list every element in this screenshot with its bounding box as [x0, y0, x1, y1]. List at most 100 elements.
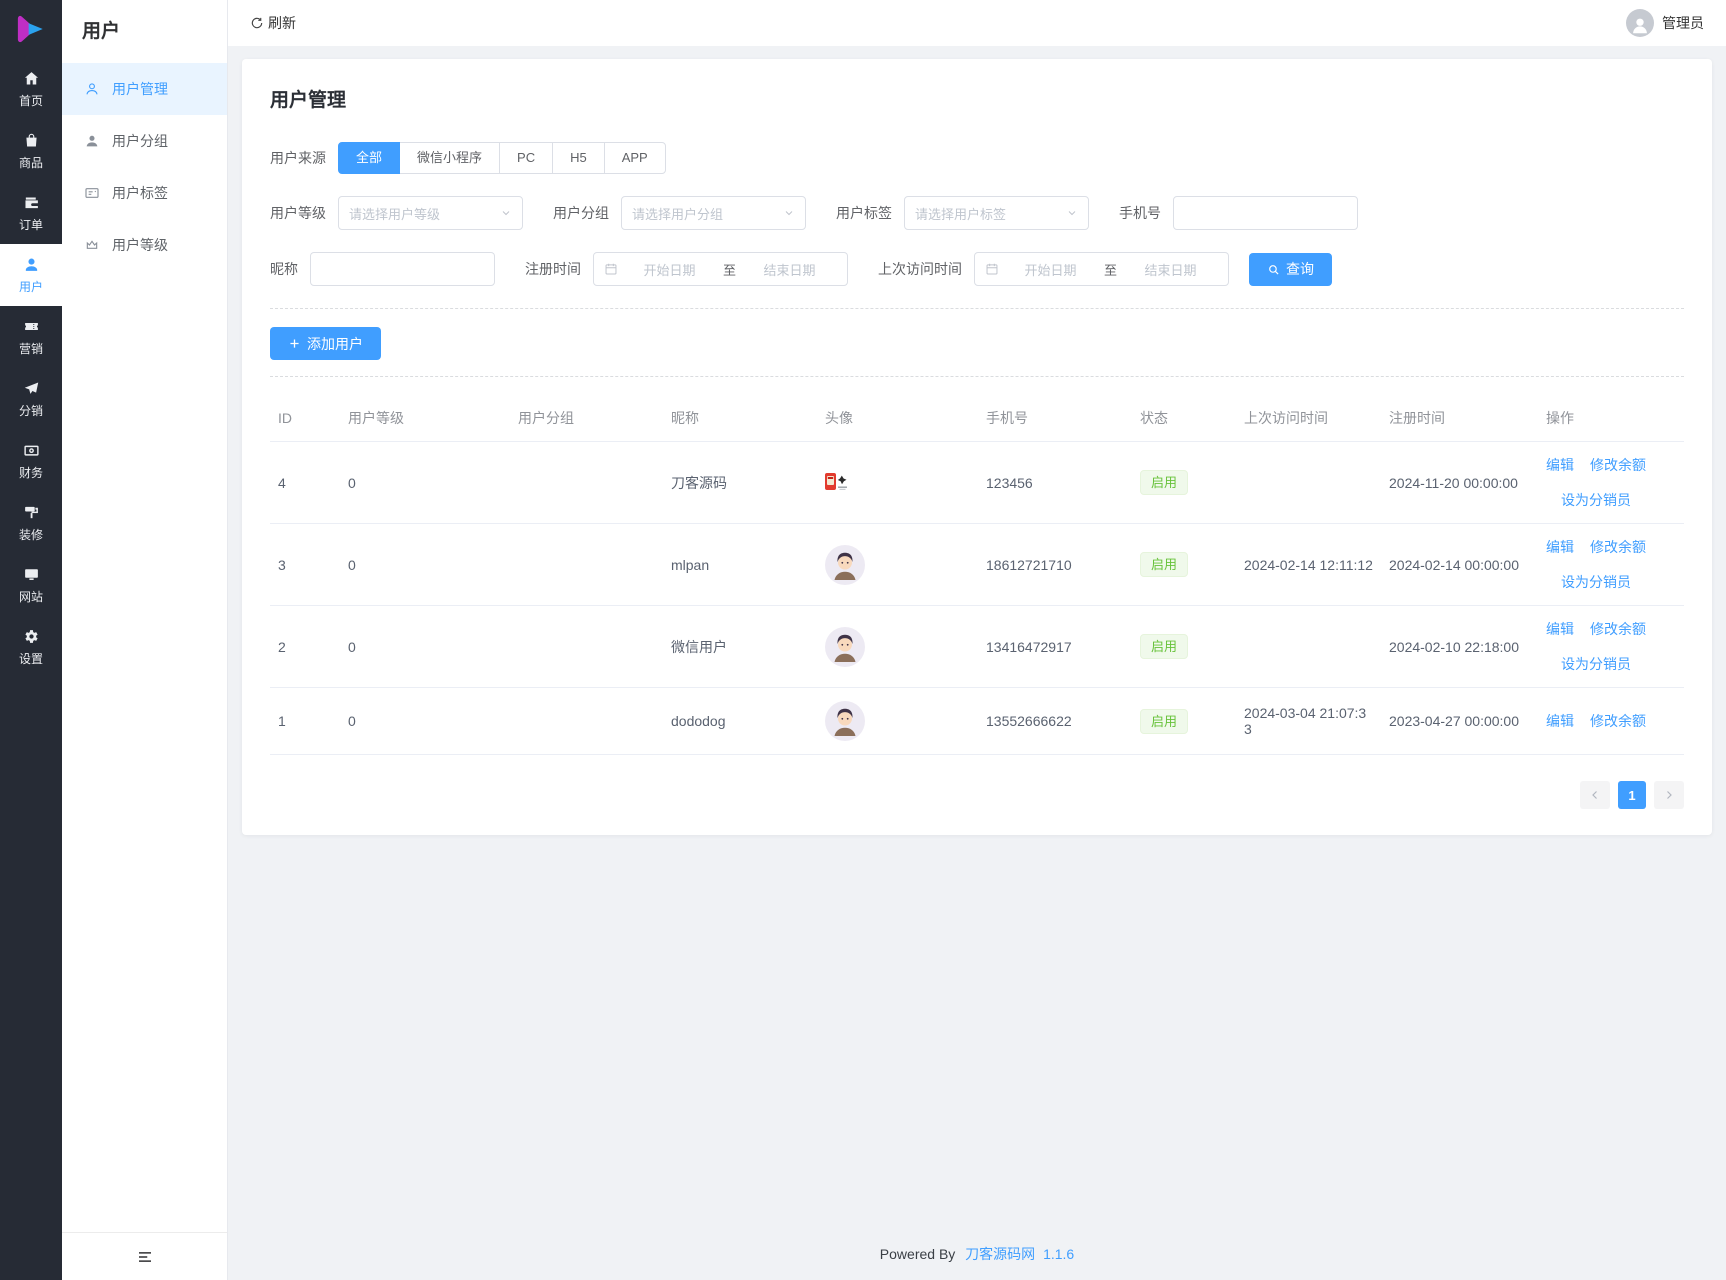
home-icon — [23, 70, 40, 87]
add-user-button[interactable]: 添加用户 — [270, 327, 381, 360]
action-link[interactable]: 修改余额 — [1590, 537, 1646, 557]
cell-user-group — [510, 687, 663, 755]
end-date-placeholder: 结束日期 — [1144, 262, 1197, 278]
cell-last-visit — [1236, 441, 1381, 524]
status-badge: 启用 — [1140, 552, 1189, 577]
operation-links-line1: 编辑 修改余额 — [1546, 711, 1646, 731]
action-link[interactable]: 修改余额 — [1590, 619, 1646, 639]
search-button[interactable]: 查询 — [1249, 252, 1332, 286]
phone-label: 手机号 — [1119, 205, 1161, 221]
primary-nav-decorate[interactable]: 装修 — [0, 492, 62, 554]
collapse-menu-icon[interactable] — [136, 1248, 154, 1266]
source-option[interactable]: H5 — [552, 142, 605, 174]
cell-avatar — [817, 687, 978, 755]
column-header: ID — [270, 395, 340, 442]
source-option[interactable]: APP — [603, 142, 666, 174]
primary-nav-settings[interactable]: 设置 — [0, 616, 62, 678]
action-link[interactable]: 编辑 — [1546, 537, 1574, 557]
level-label: 用户等级 — [270, 205, 326, 221]
cell-user-level: 0 — [340, 441, 510, 524]
decorate-icon — [23, 504, 40, 521]
topbar: 刷新 管理员 — [228, 0, 1726, 46]
plus-icon — [288, 337, 301, 350]
source-option[interactable]: 微信小程序 — [399, 142, 501, 174]
primary-nav-finance[interactable]: 财务 — [0, 430, 62, 492]
content: 用户管理 用户来源 全部 微信小程序 PC H5 APP 用户等级 请选择用户等级 用户… — [228, 46, 1726, 1230]
action-link[interactable]: 编辑 — [1546, 711, 1574, 731]
refresh-button[interactable]: 刷新 — [250, 13, 296, 33]
cell-avatar — [817, 605, 978, 688]
nickname-input[interactable] — [310, 252, 495, 286]
source-option[interactable]: PC — [499, 142, 554, 174]
cell-nickname: mlpan — [663, 523, 817, 606]
tag-label: 用户标签 — [836, 205, 892, 221]
pagination-prev-button[interactable] — [1580, 781, 1610, 809]
calendar-icon — [604, 262, 618, 276]
primary-nav: 首页 商品 订单 用户 营销 分销 财务 装修 网站 设置 — [0, 58, 62, 678]
primary-nav-website[interactable]: 网站 — [0, 554, 62, 616]
sidebar-title: 用户 — [82, 21, 121, 42]
primary-nav-label: 商品 — [18, 155, 43, 170]
cell-id: 4 — [270, 441, 340, 524]
admin-label: 管理员 — [1662, 15, 1704, 31]
add-user-label: 添加用户 — [307, 335, 363, 352]
settings-icon — [23, 628, 40, 645]
action-link[interactable]: 编辑 — [1546, 619, 1574, 639]
action-link[interactable]: 设为分销员 — [1561, 574, 1631, 590]
start-date-placeholder: 开始日期 — [643, 262, 696, 278]
primary-nav-home[interactable]: 首页 — [0, 58, 62, 120]
finance-icon — [23, 442, 40, 459]
sidebar-item-user-level[interactable]: 用户等级 — [62, 219, 227, 271]
action-link[interactable]: 设为分销员 — [1561, 656, 1631, 672]
brand-link[interactable]: 刀客源码网 — [965, 1246, 1035, 1262]
source-option[interactable]: 全部 — [338, 142, 401, 174]
page-footer: Powered By 刀客源码网 1.1.6 — [228, 1230, 1726, 1280]
tag-placeholder: 请选择用户标签 — [915, 206, 1007, 222]
last-visit-range[interactable]: 开始日期 至 结束日期 — [974, 252, 1229, 286]
admin-menu[interactable]: 管理员 — [1626, 9, 1704, 37]
user-management-card: 用户管理 用户来源 全部 微信小程序 PC H5 APP 用户等级 请选择用户等级 用户… — [242, 59, 1712, 835]
action-link[interactable]: 修改余额 — [1590, 711, 1646, 731]
primary-nav-marketing[interactable]: 营销 — [0, 306, 62, 368]
action-link[interactable]: 修改余额 — [1590, 455, 1646, 475]
cell-id: 1 — [270, 687, 340, 755]
status-badge: 启用 — [1140, 470, 1189, 495]
action-link[interactable]: 编辑 — [1546, 455, 1574, 475]
status-badge: 启用 — [1140, 708, 1189, 734]
sidebar-item-user-tag[interactable]: 用户标签 — [62, 167, 227, 219]
phone-input[interactable] — [1173, 196, 1358, 230]
action-link[interactable]: 设为分销员 — [1561, 492, 1631, 508]
version-text: 1.1.6 — [1043, 1246, 1075, 1262]
primary-nav-orders[interactable]: 订单 — [0, 182, 62, 244]
cell-user-level: 0 — [340, 605, 510, 688]
sidebar-item-user-manage[interactable]: 用户管理 — [62, 63, 227, 115]
filter-row-source: 用户来源 全部 微信小程序 PC H5 APP — [270, 142, 1684, 174]
operation-links-line1: 编辑 修改余额 — [1546, 455, 1646, 475]
primary-nav-users[interactable]: 用户 — [0, 244, 62, 306]
cell-nickname: dododog — [663, 687, 817, 755]
cell-register-time: 2024-11-20 00:00:00 — [1381, 441, 1538, 524]
operation-links-line2: 设为分销员 — [1546, 654, 1646, 674]
cell-status: 启用 — [1132, 687, 1236, 755]
search-label: 查询 — [1286, 261, 1314, 277]
level-select[interactable]: 请选择用户等级 — [338, 196, 523, 230]
sidebar-item-user-group[interactable]: 用户分组 — [62, 115, 227, 167]
sub-nav-label: 用户管理 — [112, 81, 168, 97]
group-select[interactable]: 请选择用户分组 — [621, 196, 806, 230]
primary-nav-label: 用户 — [18, 279, 43, 294]
pagination-page-1[interactable]: 1 — [1618, 781, 1646, 809]
cell-phone: 13416472917 — [978, 605, 1132, 688]
pagination-next-button[interactable] — [1654, 781, 1684, 809]
primary-nav-label: 装修 — [18, 527, 43, 542]
register-time-range[interactable]: 开始日期 至 结束日期 — [593, 252, 848, 286]
operation-links-line2: 设为分销员 — [1546, 490, 1646, 510]
primary-nav-distribution[interactable]: 分销 — [0, 368, 62, 430]
nickname-label: 昵称 — [270, 261, 298, 277]
status-badge: 启用 — [1140, 634, 1189, 659]
secondary-nav: 用户管理 用户分组 用户标签 用户等级 — [62, 63, 227, 271]
start-date-placeholder: 开始日期 — [1024, 262, 1077, 278]
cell-status: 启用 — [1132, 523, 1236, 606]
last-visit-label: 上次访问时间 — [878, 261, 962, 277]
tag-select[interactable]: 请选择用户标签 — [904, 196, 1089, 230]
primary-nav-goods[interactable]: 商品 — [0, 120, 62, 182]
